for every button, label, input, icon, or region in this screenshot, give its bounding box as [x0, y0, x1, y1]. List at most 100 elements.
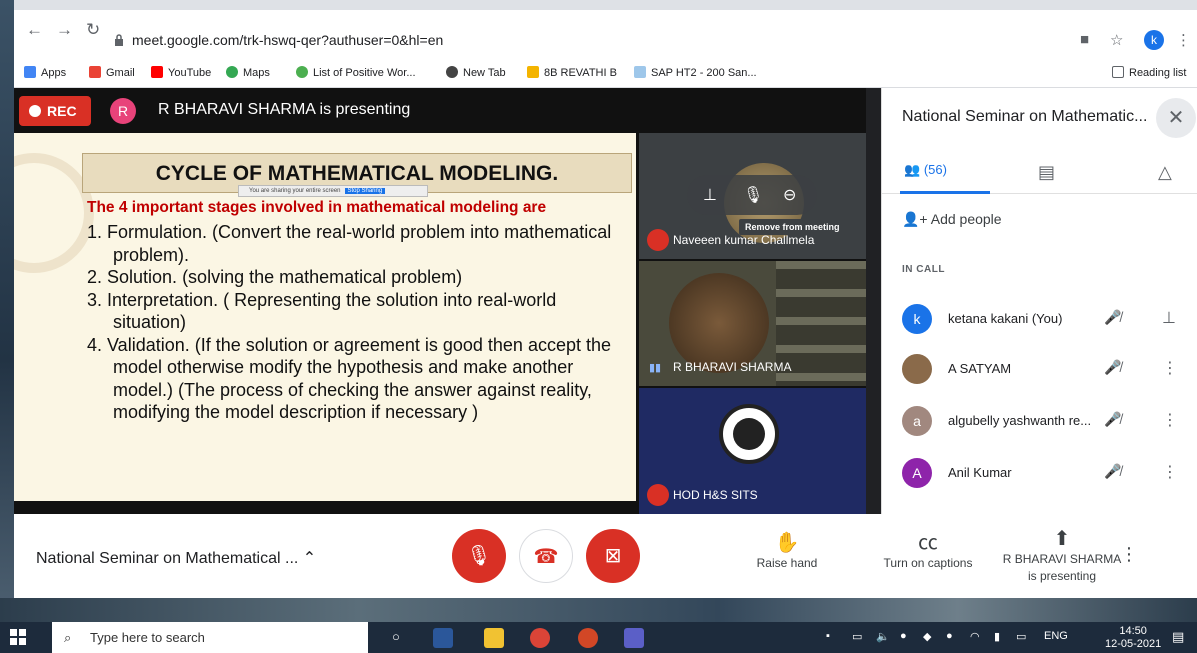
tray-app-icon[interactable]: ▭ — [852, 630, 862, 643]
taskbar-search-input[interactable]: ⌕ Type here to search — [52, 622, 368, 653]
mic-toggle-button[interactable]: 🎙 — [452, 529, 506, 583]
camera-toggle-button[interactable]: ⊠ — [586, 529, 640, 583]
meeting-details-button[interactable]: National Seminar on Mathematical ... ⌃ — [36, 548, 316, 568]
network-icon[interactable]: ▭ — [1016, 630, 1026, 643]
powerpoint-icon[interactable] — [578, 628, 598, 648]
back-icon[interactable]: ← — [26, 20, 43, 40]
chat-icon[interactable]: ▤ — [1038, 162, 1055, 183]
bookmark-youtube[interactable]: YouTube — [151, 65, 211, 81]
gmail-icon — [89, 66, 101, 78]
site-favicon — [296, 66, 308, 78]
word-icon[interactable] — [433, 628, 453, 648]
slide-list: 1. Formulation. (Convert the real-world … — [87, 221, 632, 424]
bookmark-8b-revathi[interactable]: 8B REVATHI B — [527, 65, 617, 81]
apps-grid-icon — [24, 66, 36, 78]
participant-row[interactable]: A Anil Kumar 🎤̸ ⋮ — [902, 458, 1192, 488]
task-view-icon[interactable]: ○ — [392, 629, 400, 644]
record-dot-icon — [29, 105, 41, 117]
browser-chrome: ← → ↻ meet.google.com/trk-hswq-qer?authu… — [14, 0, 1197, 88]
screen-share-bar: You are sharing your entire screen Stop S… — [238, 185, 428, 197]
tab-people[interactable]: 👥 (56) — [904, 162, 947, 178]
add-people-button[interactable]: 👤+ Add people — [902, 211, 1002, 228]
mic-off-icon: 🎤̸ — [1104, 411, 1122, 427]
mute-participant-icon[interactable]: 🎙 — [743, 185, 763, 205]
tile-hover-controls: ⊥ 🎙 ⊖ — [687, 175, 817, 215]
lock-icon — [115, 34, 123, 46]
site-favicon — [527, 66, 539, 78]
stop-sharing-button[interactable]: Stop Sharing — [344, 188, 386, 194]
volume-icon[interactable]: 🔈 — [876, 630, 890, 643]
mic-off-icon: 🎤̸ — [1104, 309, 1122, 325]
participant-row[interactable]: A SATYAM 🎤̸ ⋮ — [902, 354, 1192, 384]
panel-tabs: 👥 (56) ▤ △ — [882, 154, 1197, 194]
remove-participant-icon[interactable]: ⊖ — [783, 185, 796, 205]
url-field[interactable]: meet.google.com/trk-hswq-qer?authuser=0&… — [114, 28, 1114, 52]
participant-row[interactable]: a algubelly yashwanth re... 🎤̸ ⋮ — [902, 406, 1192, 436]
participant-tile[interactable]: ▮▮ R BHARAVI SHARMA — [639, 261, 866, 386]
meet-window: REC R R BHARAVI SHARMA is presenting CYC… — [14, 88, 1197, 514]
bookmark-apps[interactable]: Apps — [24, 65, 66, 81]
wifi-icon[interactable]: ◠ — [970, 630, 980, 643]
language-indicator[interactable]: ENG — [1044, 630, 1068, 642]
bookmark-maps[interactable]: Maps — [226, 65, 270, 81]
participant-row[interactable]: k ketana kakani (You) 🎤̸ ⊥ — [902, 304, 1192, 334]
slide-list-item: 4. Validation. (If the solution or agree… — [87, 334, 611, 423]
slide-list-item: 3. Interpretation. ( Representing the so… — [87, 289, 557, 333]
avatar — [902, 354, 932, 384]
forward-icon[interactable]: → — [56, 20, 73, 40]
more-options-icon[interactable]: ⋮ — [1162, 358, 1178, 378]
reading-list-button[interactable]: Reading list — [1112, 65, 1186, 81]
teams-icon[interactable] — [624, 628, 644, 648]
bookmark-sap[interactable]: SAP HT2 - 200 San... — [634, 65, 757, 81]
tray-app-icon[interactable]: ◆ — [923, 630, 931, 643]
file-explorer-icon[interactable] — [484, 628, 504, 648]
presenting-label: R BHARAVI SHARMA is presenting — [158, 101, 411, 118]
phone-hangup-icon: ☎ — [533, 546, 559, 568]
tray-app-icon[interactable]: ▪ — [826, 630, 830, 642]
notifications-icon[interactable]: ▤ — [1172, 629, 1184, 645]
participant-name: A SATYAM — [948, 361, 1012, 376]
add-person-icon: 👤+ — [902, 211, 928, 227]
leave-call-button[interactable]: ☎ — [519, 529, 573, 583]
bookmark-new-tab[interactable]: New Tab — [446, 65, 506, 81]
call-controls-bar: National Seminar on Mathematical ... ⌃ 🎙… — [14, 514, 1197, 598]
bookmark-positive-words[interactable]: List of Positive Wor... — [296, 65, 416, 81]
recording-badge: REC — [19, 96, 91, 126]
raise-hand-button[interactable]: ✋ Raise hand — [727, 530, 847, 570]
camera-indicator-icon[interactable]: ■ — [1080, 31, 1089, 48]
avatar: A — [902, 458, 932, 488]
more-options-icon[interactable]: ⋮ — [1162, 462, 1178, 482]
new-tab-icon — [446, 66, 458, 78]
battery-icon[interactable]: ▮ — [994, 630, 1000, 643]
profile-avatar[interactable]: k — [1144, 30, 1164, 50]
desktop-background — [0, 598, 1197, 622]
browser-menu-icon[interactable]: ⋮ — [1176, 31, 1191, 49]
close-panel-button[interactable]: ✕ — [1156, 98, 1196, 138]
participant-tile[interactable]: HOD H&S SITS — [639, 388, 866, 514]
tab-strip[interactable] — [14, 0, 1197, 10]
reload-icon[interactable]: ↻ — [86, 20, 100, 40]
chrome-icon[interactable] — [530, 628, 550, 648]
presentation-stage: REC R R BHARAVI SHARMA is presenting CYC… — [14, 88, 866, 514]
more-options-icon[interactable]: ⋮ — [1162, 410, 1178, 430]
more-options-icon[interactable]: ⋮ — [1114, 544, 1144, 565]
mic-off-icon: 🎤̸ — [1104, 463, 1122, 479]
participant-tile[interactable]: ⊥ 🎙 ⊖ Remove from meeting Naveeen kumar … — [639, 133, 866, 259]
bookmark-star-icon[interactable]: ☆ — [1110, 31, 1123, 49]
people-panel: National Seminar on Mathematic... ✕ 👥 (5… — [881, 88, 1197, 514]
mic-off-icon — [647, 484, 669, 506]
activities-icon[interactable]: △ — [1158, 162, 1172, 183]
taskbar-clock[interactable]: 14:50 12-05-2021 — [1105, 625, 1161, 651]
participant-name: Naveeen kumar Challmela — [673, 233, 815, 247]
captions-button[interactable]: ㏄ Turn on captions — [868, 530, 988, 570]
present-button[interactable]: ⬆ R BHARAVI SHARMA is presenting — [1002, 526, 1122, 583]
pin-icon[interactable]: ⊥ — [1162, 308, 1176, 328]
pin-icon[interactable]: ⊥ — [703, 185, 717, 205]
tray-app-icon[interactable]: ● — [946, 630, 953, 642]
in-call-heading: IN CALL — [902, 264, 945, 275]
windows-start-icon[interactable] — [10, 629, 26, 645]
participant-video — [669, 273, 769, 373]
tray-app-icon[interactable]: ● — [900, 630, 907, 642]
bookmark-gmail[interactable]: Gmail — [89, 65, 135, 81]
camera-off-icon: ⊠ — [604, 545, 622, 567]
